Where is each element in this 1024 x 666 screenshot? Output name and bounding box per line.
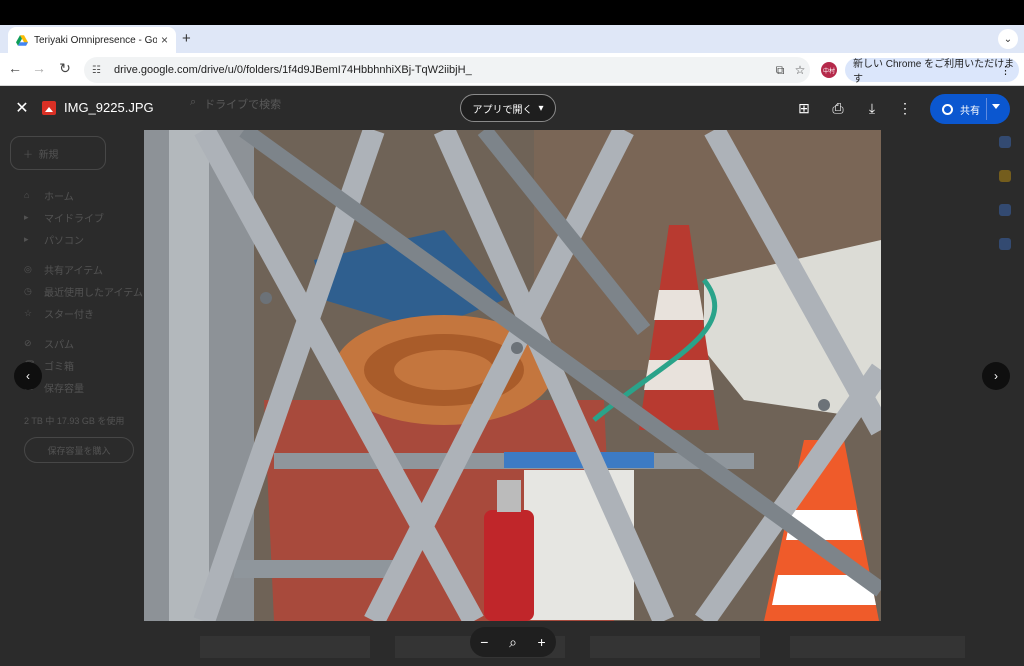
- site-info-icon[interactable]: ☷: [92, 65, 106, 76]
- back-icon[interactable]: ←: [6, 60, 24, 76]
- reload-icon[interactable]: ↻: [56, 60, 74, 77]
- new-button-label: 新規: [38, 149, 59, 161]
- zoom-in-icon[interactable]: +: [538, 634, 546, 650]
- sidebar-item: ☆ スター付き: [10, 302, 150, 324]
- keep-icon: [999, 170, 1011, 182]
- next-icon[interactable]: ›: [982, 362, 1010, 390]
- sidebar-item-label: スパム: [44, 339, 74, 351]
- sidebar-item: ▸ パソコン: [10, 228, 150, 250]
- sidebar-item-label: スター付き: [44, 309, 94, 321]
- print-icon[interactable]: ⎙: [828, 98, 848, 118]
- forward-icon[interactable]: →: [30, 60, 48, 76]
- zoom-out-icon[interactable]: −: [480, 634, 488, 650]
- search-icon: ⌕: [190, 96, 197, 108]
- photo-preview: [144, 130, 881, 621]
- drive-viewer: ⌕ ドライブで検索 ＋ 新規 ⌂ ホーム ▸ マイドライブ ▸ パソコン ◎ 共有アイテム ◷ 最…: [0, 86, 1024, 666]
- sidebar-item-icon: ⌂: [24, 190, 30, 200]
- url-text[interactable]: drive.google.com/drive/u/0/folders/1f4d9…: [114, 64, 770, 76]
- close-viewer-icon[interactable]: ✕: [12, 98, 32, 118]
- tab-search-button[interactable]: ⌄: [998, 29, 1018, 49]
- share-divider: [986, 98, 987, 120]
- browser-tab[interactable]: Teriyaki Omnipresence - Goog ×: [8, 27, 176, 53]
- file-row: [200, 636, 370, 658]
- sidebar-item: ◎ 共有アイテム: [10, 258, 150, 280]
- sidebar-item-icon: ▸: [24, 211, 29, 222]
- os-menubar: [0, 0, 1024, 25]
- sidebar-item-label: 共有アイテム: [44, 265, 103, 277]
- globe-icon: [942, 103, 953, 115]
- address-bar: ← → ↻ ☷ drive.google.com/drive/u/0/folde…: [0, 53, 1024, 86]
- sidebar-item-label: ホーム: [44, 191, 74, 203]
- tab-strip: Teriyaki Omnipresence - Goog × + ⌄: [0, 25, 1024, 53]
- more-actions-icon[interactable]: ⋮: [895, 98, 915, 118]
- bookmark-star-icon[interactable]: ☆: [790, 63, 810, 77]
- share-button[interactable]: 共有: [930, 94, 1010, 124]
- sidebar-item-label: マイドライブ: [44, 213, 104, 225]
- sidebar-item-icon: ▸: [24, 233, 29, 244]
- open-with-button[interactable]: アプリで開く ▾: [460, 94, 556, 122]
- sidebar-item-label: ゴミ箱: [44, 361, 74, 373]
- new-tab-button[interactable]: +: [182, 30, 191, 47]
- sidebar-item: ◷ 最近使用したアイテム: [10, 280, 150, 302]
- tab-title: Teriyaki Omnipresence - Goog: [34, 34, 157, 46]
- sidebar-item-icon: ☆: [24, 307, 33, 318]
- sidebar-item-icon: ◷: [24, 285, 32, 296]
- share-chevron-icon[interactable]: [992, 104, 1000, 109]
- zoom-reset-icon[interactable]: ⌕: [509, 634, 517, 651]
- download-icon[interactable]: ⤓: [862, 98, 882, 118]
- file-row: [790, 636, 965, 658]
- image-file-icon: [42, 101, 56, 115]
- chrome-update-button[interactable]: 新しい Chrome をご利用いただけます ⋮: [845, 58, 1019, 85]
- sidebar-item: ⊘ スパム: [10, 332, 150, 354]
- share-label: 共有: [960, 105, 980, 117]
- add-comment-icon[interactable]: ⊞: [794, 98, 814, 118]
- omnibox[interactable]: ☷ drive.google.com/drive/u/0/folders/1f4…: [84, 57, 810, 83]
- new-button: ＋ 新規: [10, 136, 106, 170]
- sidebar-item: ▸ マイドライブ: [10, 206, 150, 228]
- sidebar-item-icon: ⊘: [24, 337, 32, 348]
- update-text: 新しい Chrome をご利用いただけます: [853, 59, 1015, 85]
- side-panel: [990, 136, 1020, 250]
- zoom-controls: − ⌕ +: [470, 627, 556, 657]
- search-placeholder: ドライブで検索: [204, 99, 282, 111]
- sidebar-item-label: 保存容量: [44, 383, 84, 395]
- construction-site-photo: [144, 130, 881, 621]
- drive-sidebar: ＋ 新規 ⌂ ホーム ▸ マイドライブ ▸ パソコン ◎ 共有アイテム ◷ 最近使用したアイテム ☆…: [10, 136, 150, 463]
- sidebar-item-icon: ◎: [24, 263, 32, 274]
- file-row: [590, 636, 760, 658]
- file-name: IMG_9225.JPG: [64, 100, 154, 115]
- sidebar-item-label: 最近使用したアイテム: [44, 287, 143, 299]
- previous-icon[interactable]: ‹: [14, 362, 42, 390]
- browser-menu-icon[interactable]: ⋮: [1000, 64, 1011, 77]
- tasks-icon: [999, 204, 1011, 216]
- open-with-label: アプリで開く: [472, 104, 533, 116]
- calendar-icon: [999, 136, 1011, 148]
- cast-icon[interactable]: ⧉: [770, 63, 790, 78]
- storage-text: 2 TB 中 17.93 GB を使用: [24, 416, 125, 426]
- get-storage-button: 保存容量を購入: [24, 437, 134, 463]
- sidebar-item-label: パソコン: [44, 235, 84, 247]
- tab-close-icon[interactable]: ×: [161, 33, 168, 47]
- google-drive-icon: [16, 34, 28, 46]
- drive-search: ⌕ ドライブで検索: [190, 96, 281, 112]
- sidebar-item: ⌂ ホーム: [10, 184, 150, 206]
- contacts-icon: [999, 238, 1011, 250]
- chevron-down-icon: ▾: [538, 102, 544, 114]
- profile-avatar[interactable]: 中村: [821, 62, 837, 78]
